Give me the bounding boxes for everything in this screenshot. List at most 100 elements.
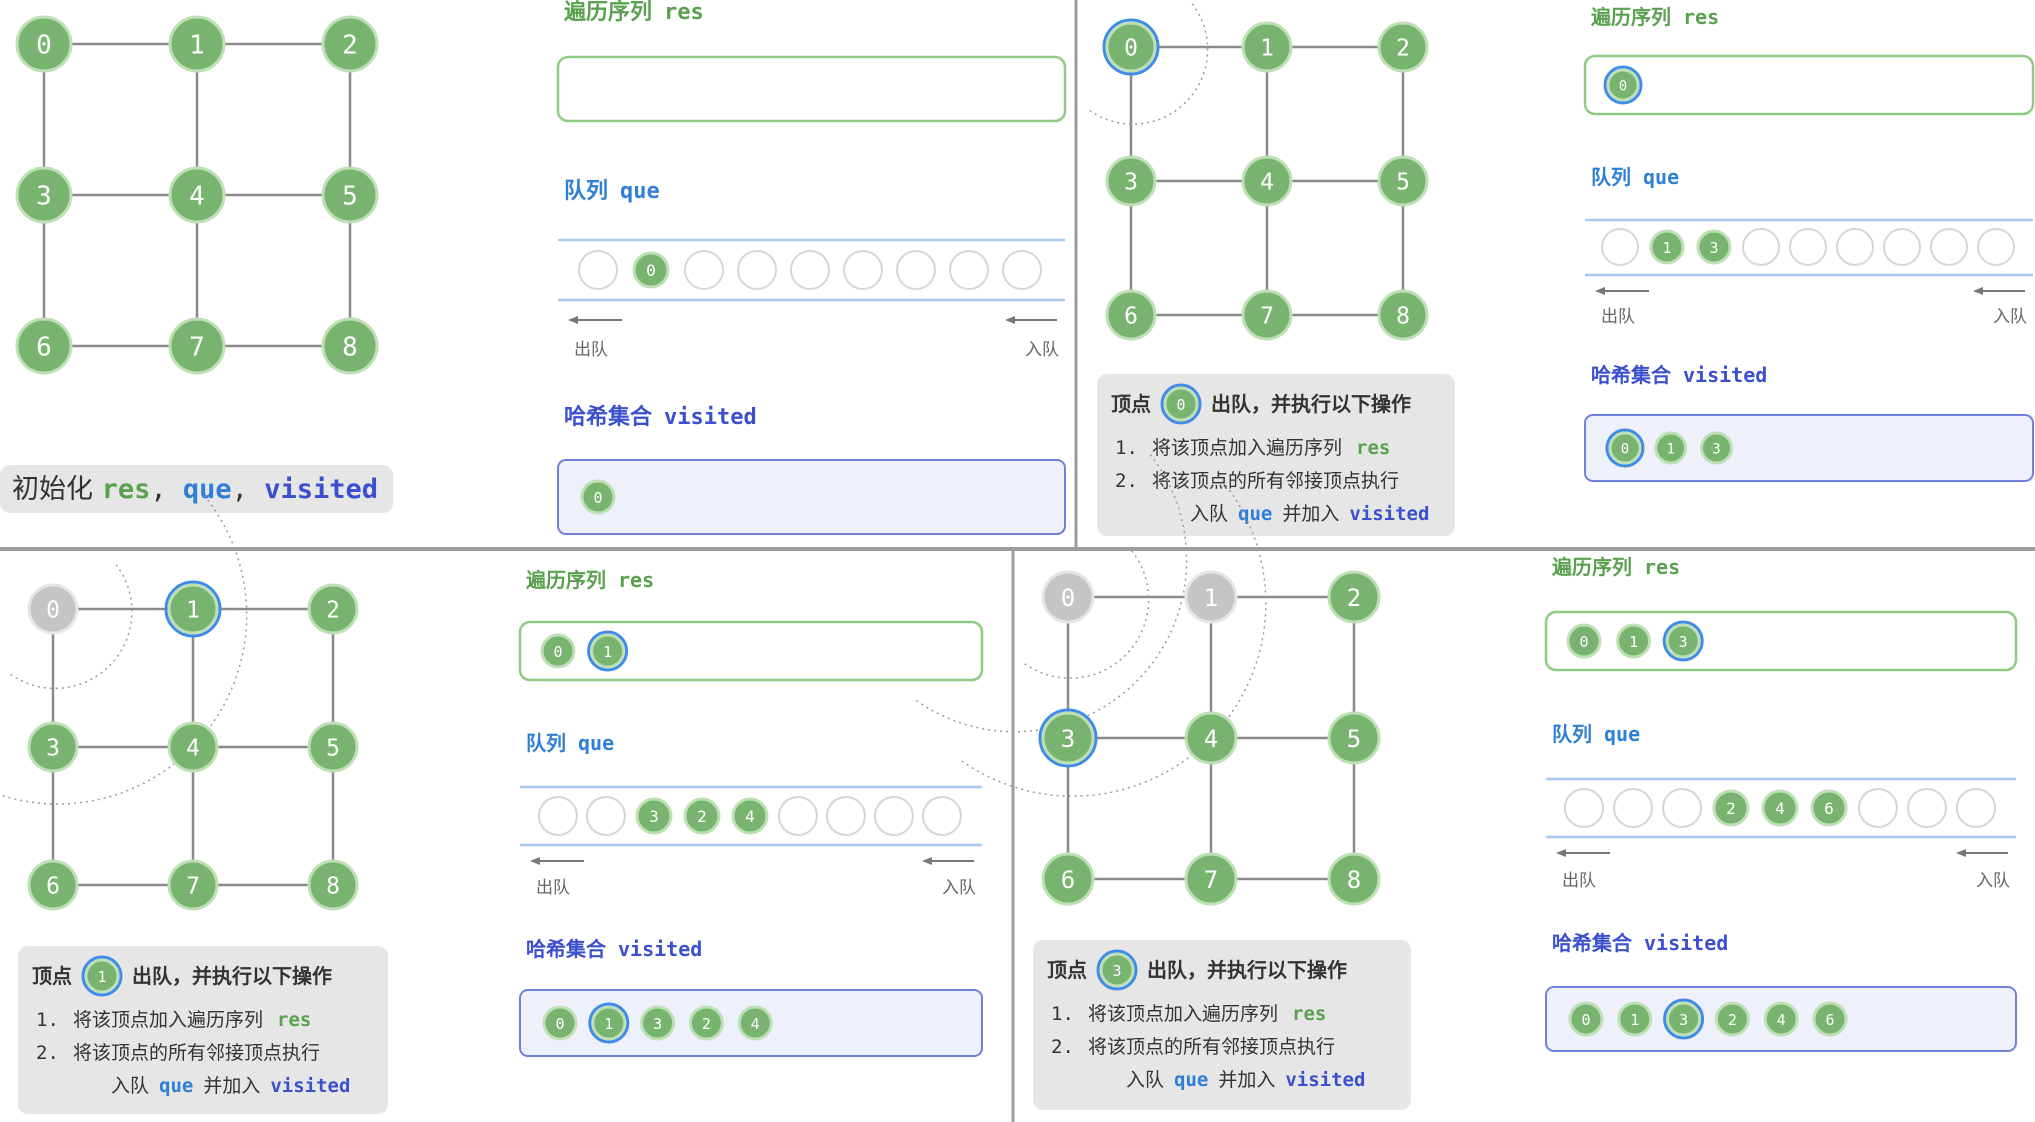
caption-heading-suffix: 出队，并执行以下操作 [132,964,332,988]
node-label: 3 [36,182,52,212]
title-cn: 哈希集合 [564,404,653,430]
node-label: 0 [1176,396,1185,414]
queue-slot-empty [1883,228,1921,266]
node-label: 0 [593,489,602,507]
res-item: 1 [1616,623,1652,659]
queue-slot-empty [578,250,618,290]
node-label: 2 [326,598,340,624]
caption-line3: 入队 que 并加入 visited [1126,1069,1365,1091]
node-label: 1 [1662,239,1671,257]
node-label: 8 [326,874,340,900]
title-code: res [1644,555,1680,579]
caption-line3-que: que [1238,503,1272,525]
node-label: 0 [1061,584,1075,612]
panel-step3: 0 1 23 4 56 7 8遍历序列 res0 1 3队列 que2 4 6出队 入队哈希集合 visit… [915,451,2035,1122]
graph-node: 6 [27,859,79,911]
node-label: 4 [1777,1011,1786,1029]
enqueue-label: 入队 [1025,340,1059,360]
node-label: 3 [46,736,60,762]
queue-item: 1 [1649,229,1685,265]
visited-item: 2 [688,1005,724,1041]
caption-vertex: 1 [81,955,123,997]
caption-heading: 顶点 [1047,958,1087,982]
graph-node: 1 [164,580,222,638]
title-code: visited [1644,931,1728,955]
graph-node: 3 [1105,155,1157,207]
title-cn: 遍历序列 [1551,555,1632,579]
panel-init: 0 1 2 3 4 5 6 7 8 遍历序列 res 队列 que 0 出队 入队哈希集合 visited 0 初始… [0,0,1075,548]
caption: 初始化 res, que, visited [0,465,393,513]
queue-slot-empty [843,250,883,290]
queue-item: 4 [731,797,769,835]
queue-slot-empty [1930,228,1968,266]
queue-item: 6 [1810,789,1848,827]
queue-slot-empty [1907,788,1947,828]
queue-slot-empty [1002,250,1042,290]
graph-node: 3 [1038,708,1098,768]
node-label: 2 [1728,1011,1737,1029]
queue-slot-empty [1564,788,1604,828]
graph-node: 4 [167,721,219,773]
queue-slot-empty [1956,788,1996,828]
node-label: 0 [555,1015,564,1033]
graph-node: 0 [1041,570,1095,624]
node-label: 0 [646,261,656,280]
caption-line3-b: 并加入 [203,1075,260,1097]
panel-step2: 0 1 23 4 56 7 8遍历序列 res0 1队列 que3 2 4出队 入队哈希集合 visite… [0,495,1012,1122]
graph-node: 0 [27,583,79,635]
caption-line1-code: res [1356,437,1390,459]
queue-slot-empty [586,796,626,836]
queue-slot-empty [922,796,962,836]
title-code: que [578,731,614,755]
graph-node: 7 [1184,852,1238,906]
queue-slot-empty [949,250,989,290]
graph-node: 6 [1105,289,1157,341]
node-label: 3 [1709,239,1718,257]
caption-num: 2. [1051,1036,1074,1058]
node-label: 6 [1825,1011,1834,1029]
node-label: 3 [1679,633,1688,651]
graph-node: 7 [1241,289,1293,341]
node-label: 0 [46,598,60,624]
visited-item: 0 [542,1005,578,1041]
caption-line3-b: 并加入 [1282,503,1339,525]
caption-line3: 入队 que 并加入 visited [111,1075,350,1097]
title-cn: 哈希集合 [1552,931,1633,955]
node-label: 4 [1775,799,1785,818]
caption-line3-visited: visited [270,1075,350,1097]
node-label: 3 [1061,725,1075,753]
res-item: 3 [1662,620,1704,662]
node-label: 3 [1124,170,1138,196]
title-cn: 队列 [564,179,608,204]
node-label: 6 [1061,866,1075,894]
queue-item: 3 [1696,229,1732,265]
caption-line1-code: res [1292,1003,1326,1025]
visited-item: 0 [580,479,616,515]
res-item: 1 [587,630,629,672]
graph-node: 5 [307,721,359,773]
node-label: 2 [1347,584,1361,612]
caption-line3-a: 入队 [111,1075,149,1097]
graph-node: 1 [168,15,226,73]
caption-res: res [102,474,151,505]
caption-line3: 入队 que 并加入 visited [1190,503,1429,525]
res-title: 遍历序列 res [1551,555,1680,579]
res-item: 0 [1603,65,1643,105]
node-label: 4 [186,736,200,762]
node-label: 0 [36,31,52,61]
caption-line3-a: 入队 [1190,503,1228,525]
queue-slot-empty [1742,228,1780,266]
graph-node: 8 [307,859,359,911]
graph-node: 5 [1327,711,1381,765]
visited-item: 3 [640,1005,676,1041]
node-label: 8 [1347,866,1361,894]
visited-item: 3 [1663,998,1705,1040]
node-label: 5 [342,182,358,212]
graph-node: 7 [167,859,219,911]
node-label: 0 [1621,441,1629,457]
node-label: 1 [603,643,612,661]
bfs-steps-figure: 0 1 23 4 56 7 8遍历序列 res队列 que0出队 入队哈希集合 visited0初始… [0,0,2035,1122]
queue-slot-empty [538,796,578,836]
node-label: 4 [1204,725,1218,753]
caption-text: 初始化 res, que, visited [12,474,378,505]
